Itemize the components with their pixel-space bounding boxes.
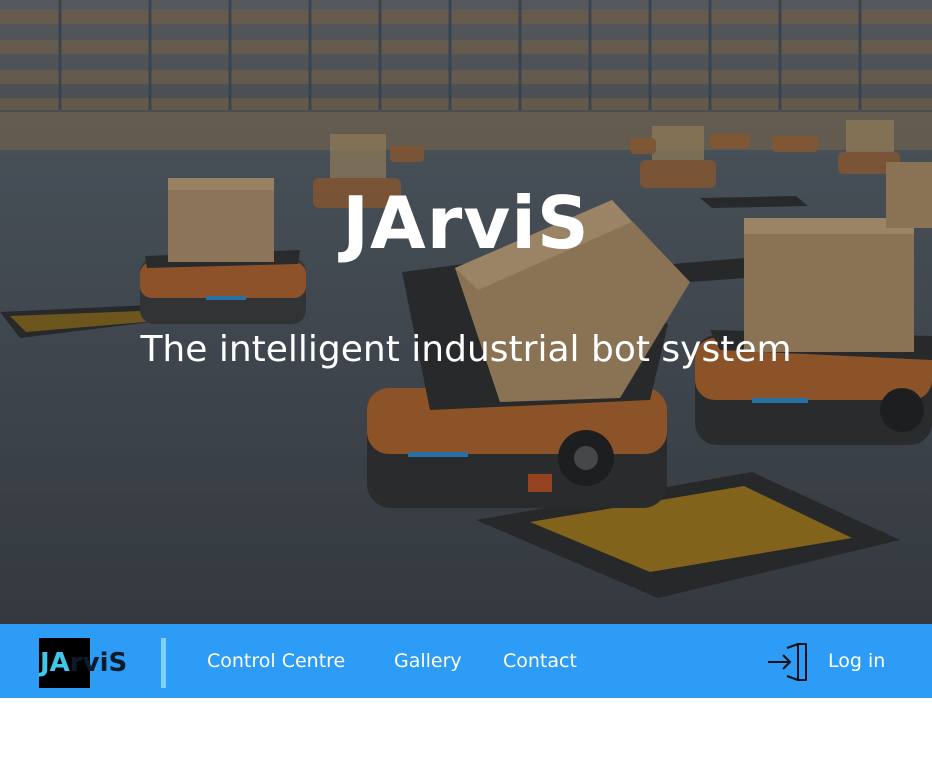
login-label: Log in (828, 650, 886, 672)
logo-accent-bar (161, 638, 166, 688)
nav-link-gallery[interactable]: Gallery (394, 648, 462, 674)
nav-link-contact[interactable]: Contact (503, 648, 577, 674)
login-door-icon (768, 643, 807, 681)
logo-text-prefix: JA (40, 648, 70, 678)
hero-background-image (0, 0, 932, 624)
logo-text: JArviS (40, 646, 127, 680)
hero-title: JArviS (342, 181, 590, 265)
nav-link-control-centre[interactable]: Control Centre (207, 648, 345, 674)
navbar: JArviS Control Centre Gallery Contact Lo… (0, 624, 932, 698)
page: JArviS The intelligent industrial bot sy… (0, 0, 932, 765)
login-button[interactable]: Log in (766, 642, 906, 682)
brand-logo[interactable]: JArviS (39, 638, 167, 688)
hero-subtitle: The intelligent industrial bot system (140, 329, 792, 370)
content-area (0, 698, 932, 765)
hero-section: JArviS The intelligent industrial bot sy… (0, 0, 932, 624)
logo-text-suffix: rviS (69, 648, 128, 678)
